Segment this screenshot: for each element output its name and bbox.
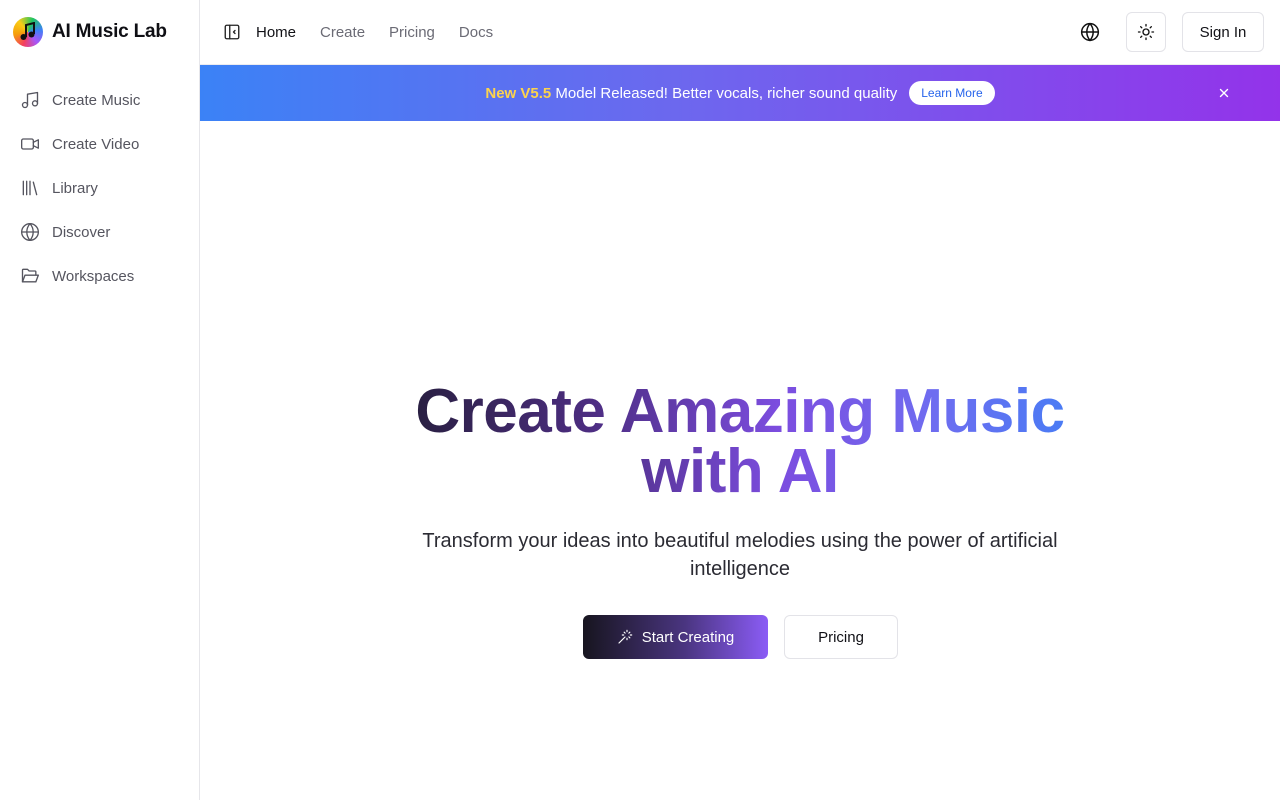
language-button[interactable]: [1070, 12, 1110, 52]
nav-link-home[interactable]: Home: [256, 24, 296, 41]
sidebar-item-discover[interactable]: Discover: [0, 210, 199, 254]
sidebar: AI Music Lab Create Music Create Video L…: [0, 0, 200, 800]
magic-wand-icon: [618, 629, 632, 644]
brand[interactable]: AI Music Lab: [13, 17, 167, 47]
top-header: Home Create Pricing Docs Sign In: [200, 0, 1280, 65]
sidebar-item-label: Discover: [52, 223, 111, 241]
panel-left-icon: [224, 24, 240, 40]
folder-open-icon: [21, 268, 39, 283]
brand-name: AI Music Lab: [52, 21, 167, 42]
sidebar-item-label: Create Video: [52, 135, 140, 153]
nav-link-docs[interactable]: Docs: [459, 24, 493, 41]
pricing-button[interactable]: Pricing: [784, 615, 898, 659]
sign-in-button[interactable]: Sign In: [1182, 12, 1264, 52]
sidebar-item-label: Library: [52, 179, 98, 197]
sidebar-toggle-button[interactable]: [222, 22, 242, 42]
video-camera-icon: [21, 138, 39, 150]
banner-close-button[interactable]: [1214, 83, 1234, 103]
banner-message: New V5.5 Model Released! Better vocals, …: [485, 85, 897, 102]
banner-highlight: New V5.5: [485, 84, 552, 102]
announcement-banner: New V5.5 Model Released! Better vocals, …: [200, 65, 1280, 121]
nav-link-create[interactable]: Create: [320, 24, 365, 41]
top-nav: Home Create Pricing Docs: [256, 0, 493, 64]
sidebar-item-create-video[interactable]: Create Video: [0, 122, 199, 166]
sidebar-item-label: Workspaces: [52, 267, 135, 285]
music-note-icon: [21, 91, 39, 109]
learn-more-button[interactable]: Learn More: [909, 81, 995, 105]
sidebar-item-library[interactable]: Library: [0, 166, 199, 210]
hero-subtitle: Transform your ideas into beautiful melo…: [422, 530, 1058, 580]
sidebar-item-workspaces[interactable]: Workspaces: [0, 254, 199, 298]
globe-icon: [1080, 22, 1100, 42]
start-creating-button[interactable]: Start Creating: [583, 615, 768, 659]
close-icon: [1219, 88, 1229, 98]
start-creating-label: Start Creating: [641, 628, 735, 646]
sidebar-item-label: Create Music: [52, 91, 141, 109]
nav-link-pricing[interactable]: Pricing: [389, 24, 435, 41]
sidebar-nav: Create Music Create Video Library Discov…: [0, 78, 199, 298]
hero-title: Create Amazing Music with AI: [360, 381, 1120, 503]
sidebar-item-create-music[interactable]: Create Music: [0, 78, 199, 122]
sun-icon: [1137, 23, 1155, 41]
theme-toggle-button[interactable]: [1126, 12, 1166, 52]
logo-icon: [13, 17, 43, 47]
library-icon: [22, 180, 38, 196]
banner-text: Model Released! Better vocals, richer so…: [551, 84, 898, 102]
globe-icon: [21, 223, 39, 241]
